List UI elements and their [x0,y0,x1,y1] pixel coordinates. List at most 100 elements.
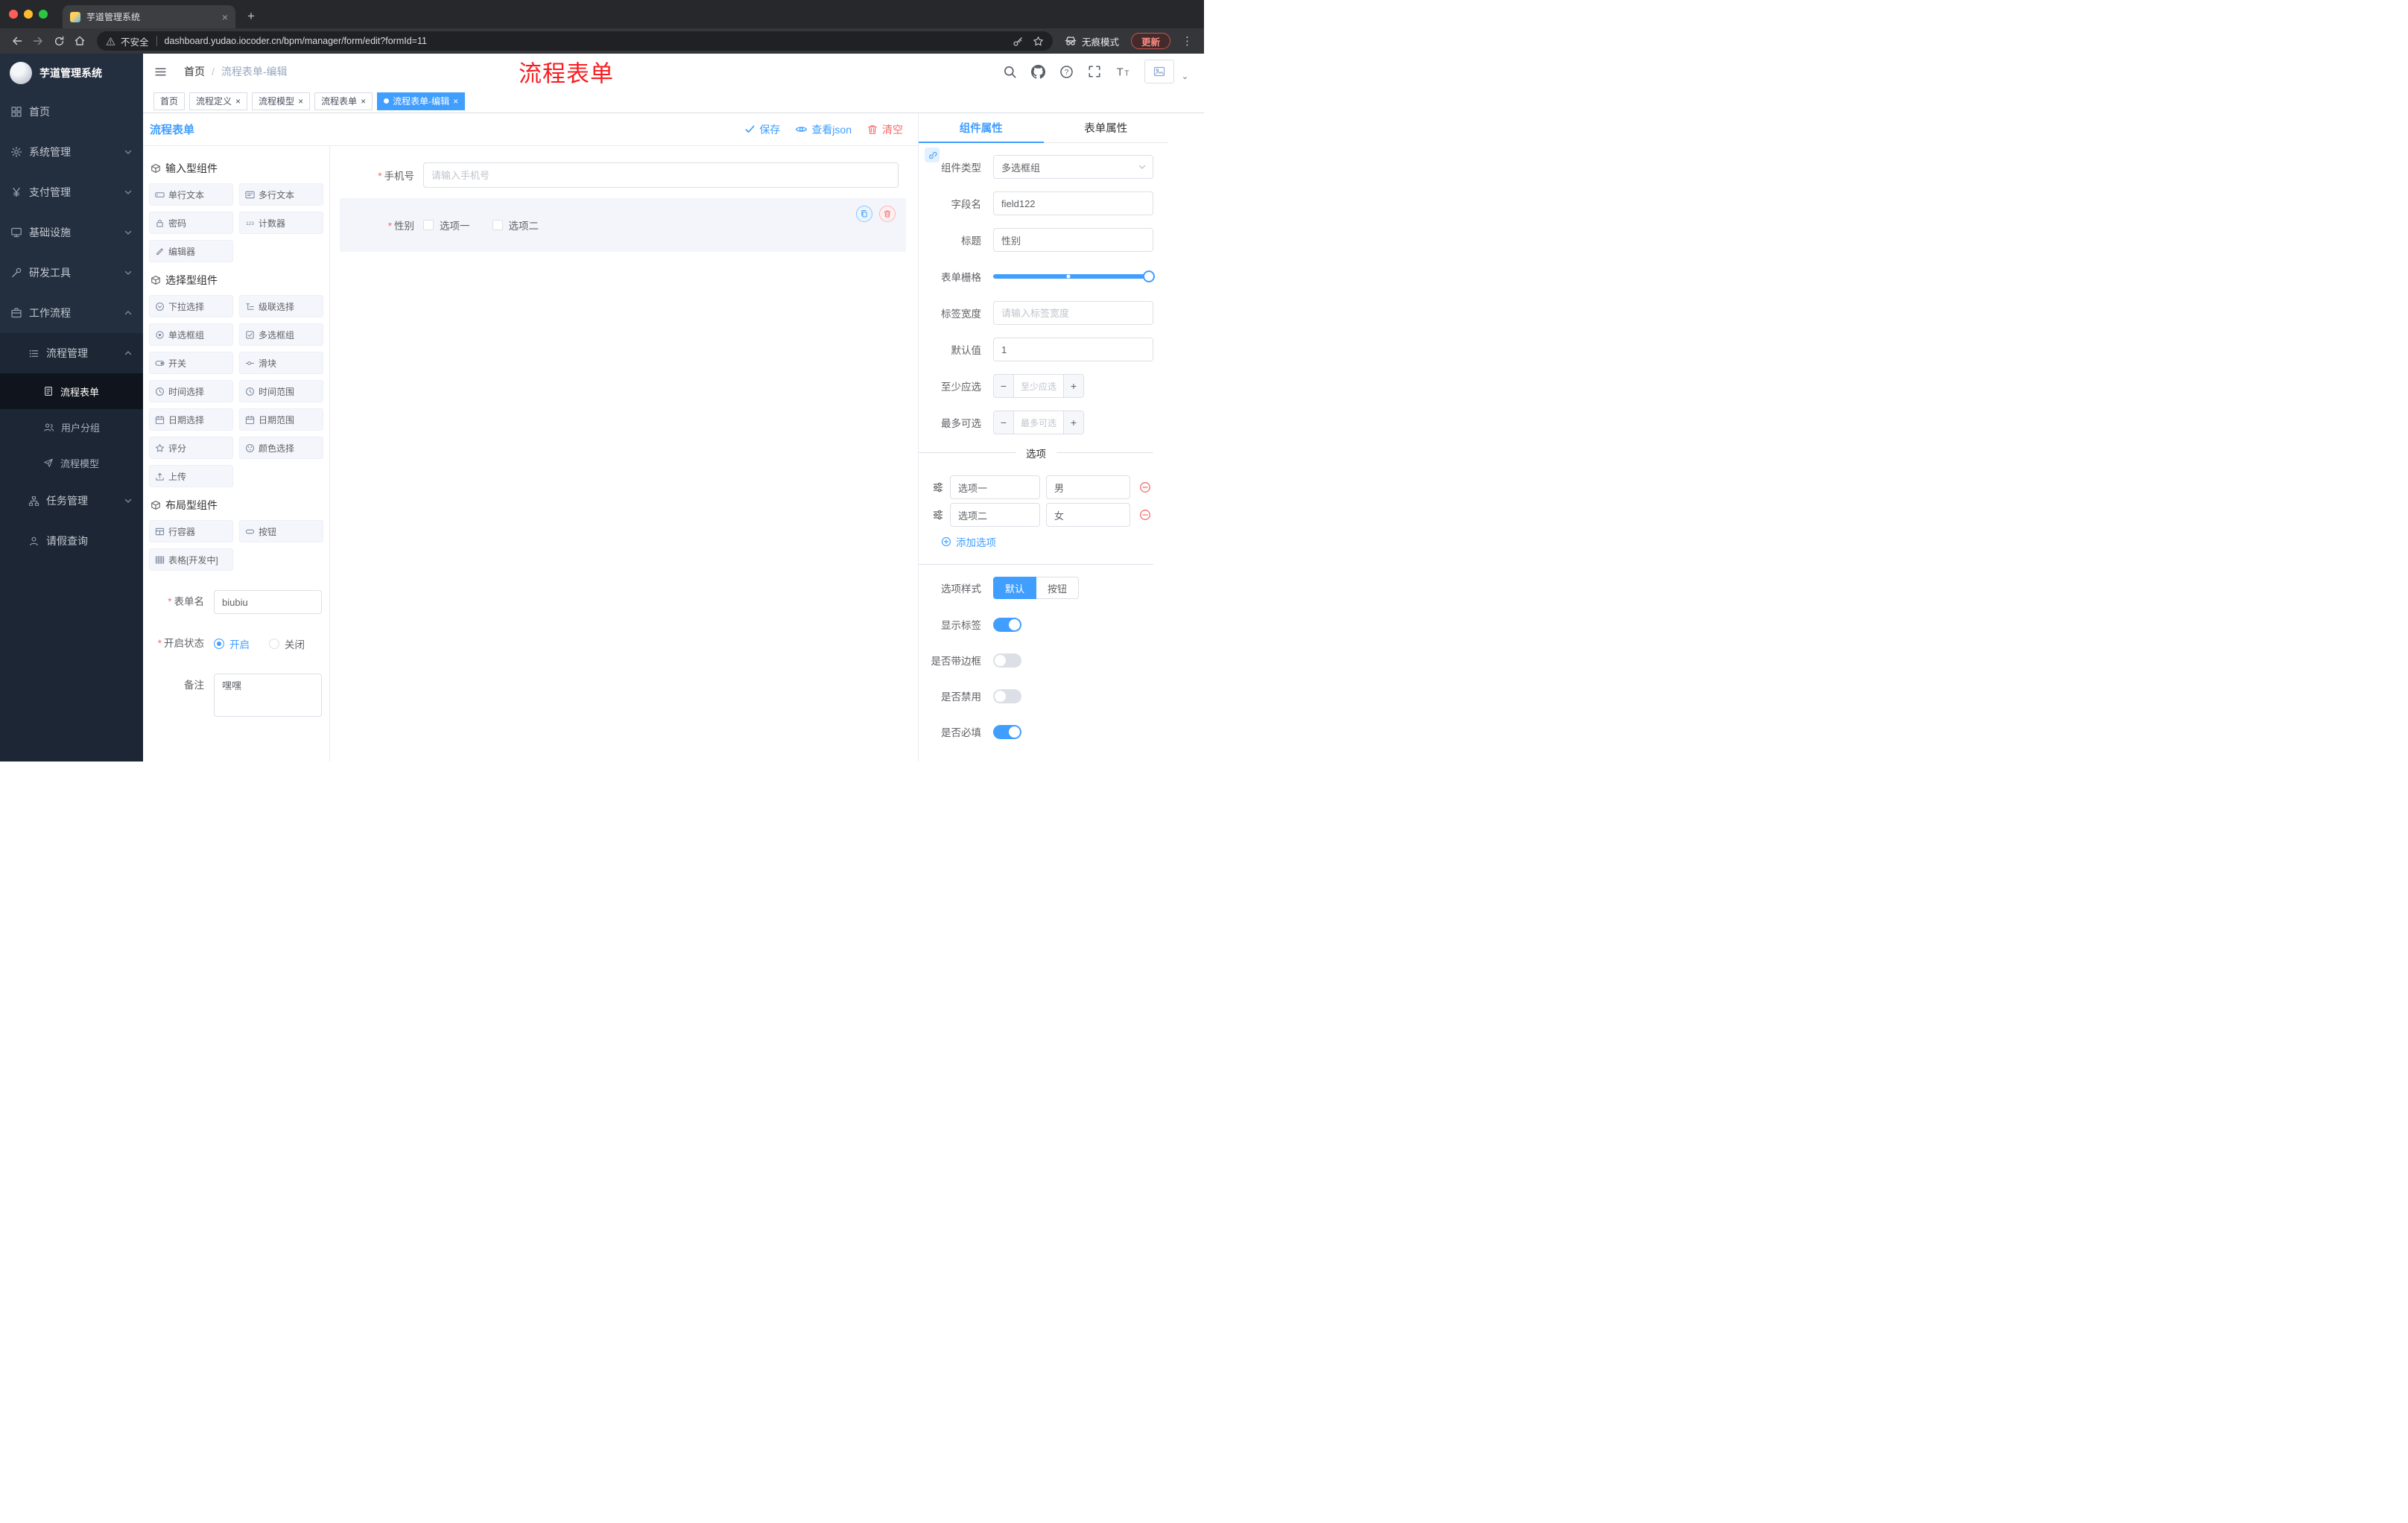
breadcrumb-home[interactable]: 首页 [184,64,205,79]
tag-home[interactable]: 首页 [153,92,186,110]
style-button-button[interactable]: 按钮 [1036,577,1080,599]
form-remark-textarea[interactable]: 嘿嘿 [214,674,322,717]
status-open-radio[interactable]: 开启 [214,636,250,651]
sidebar-item-home[interactable]: 首页 [0,92,143,132]
palette-item-slider[interactable]: 滑块 [239,352,323,374]
tag-process-definition[interactable]: 流程定义 [189,92,248,110]
form-name-input[interactable] [214,590,322,614]
save-button[interactable]: 保存 [744,122,780,137]
palette-item-row-container[interactable]: 行容器 [149,520,233,542]
browser-tab[interactable]: 芋道管理系统 [63,5,235,28]
title-input[interactable] [993,228,1153,252]
maximize-window-button[interactable] [39,10,48,19]
form-grid-slider[interactable] [993,265,1155,288]
external-link-button[interactable] [925,148,940,162]
palette-item-date-picker[interactable]: 日期选择 [149,408,233,431]
browser-menu-icon[interactable] [1178,34,1197,48]
sidebar-item-devtools[interactable]: 研发工具 [0,253,143,293]
max-count-value[interactable]: 最多可选 [1014,411,1063,434]
palette-item-date-range[interactable]: 日期范围 [239,408,323,431]
update-button[interactable]: 更新 [1130,33,1170,49]
sidebar-item-infra[interactable]: 基础设施 [0,212,143,253]
default-value-input[interactable] [993,338,1153,361]
font-size-icon[interactable] [1115,64,1130,79]
copy-component-button[interactable] [856,206,872,222]
clear-button[interactable]: 清空 [866,122,903,137]
drag-handle-icon[interactable] [932,481,944,493]
close-tag-icon[interactable] [235,97,241,106]
tab-component-props[interactable]: 组件属性 [919,113,1044,143]
status-closed-radio[interactable]: 关闭 [269,636,305,651]
slider-track[interactable] [993,274,1153,279]
hamburger-icon[interactable] [143,54,178,89]
tag-process-form[interactable]: 流程表单 [314,92,373,110]
github-icon[interactable] [1031,65,1045,79]
remove-option-button[interactable] [1139,509,1151,521]
avatar-caret-icon[interactable] [1181,75,1189,83]
sidebar-item-process-management[interactable]: 流程管理 [0,333,143,373]
canvas-field-gender-selected[interactable]: 性别 选项一 选项二 [340,198,906,252]
option-2-value-input[interactable] [1046,503,1130,527]
palette-item-cascader[interactable]: 级联选择 [239,295,323,317]
phone-input[interactable] [423,162,899,188]
tag-process-form-edit[interactable]: 流程表单-编辑 [377,92,466,110]
tab-form-props[interactable]: 表单属性 [1044,113,1169,142]
style-default-button[interactable]: 默认 [993,577,1037,599]
decrease-icon[interactable] [994,411,1014,434]
sidebar-item-leave-query[interactable]: 请假查询 [0,521,143,561]
help-icon[interactable] [1059,65,1074,79]
home-icon[interactable] [70,31,89,51]
decrease-icon[interactable] [994,375,1014,397]
palette-item-select[interactable]: 下拉选择 [149,295,233,317]
palette-item-editor[interactable]: 编辑器 [149,240,233,262]
sidebar-item-user-group[interactable]: 用户分组 [0,409,143,445]
delete-component-button[interactable] [879,206,896,222]
palette-item-radio-group[interactable]: 单选框组 [149,323,233,346]
palette-item-switch[interactable]: 开关 [149,352,233,374]
password-key-icon[interactable] [1013,36,1024,47]
bookmark-star-icon[interactable] [1033,36,1044,47]
add-option-button[interactable]: 添加选项 [941,534,1153,549]
sidebar-item-process-model[interactable]: 流程模型 [0,445,143,481]
sidebar-item-process-form[interactable]: 流程表单 [0,373,143,409]
palette-item-single-line-text[interactable]: 单行文本 [149,183,233,206]
sidebar-item-task-management[interactable]: 任务管理 [0,481,143,521]
fullscreen-icon[interactable] [1088,65,1101,78]
palette-item-rate[interactable]: 评分 [149,437,233,459]
avatar[interactable] [1144,60,1174,83]
close-tag-icon[interactable] [453,97,458,106]
tab-close-icon[interactable] [222,11,228,23]
increase-icon[interactable] [1063,375,1083,397]
forward-icon[interactable] [28,31,48,51]
palette-item-time-range[interactable]: 时间范围 [239,380,323,402]
palette-item-counter[interactable]: 计数器 [239,212,323,234]
sidebar-item-system[interactable]: 系统管理 [0,132,143,172]
palette-item-table[interactable]: 表格[开发中] [149,548,233,571]
label-width-input[interactable] [993,301,1153,325]
slider-handle[interactable] [1143,270,1155,282]
disabled-toggle[interactable] [993,688,1021,703]
gender-option-2-checkbox[interactable]: 选项二 [492,218,539,232]
canvas-field-phone[interactable]: 手机号 [340,162,906,188]
reload-icon[interactable] [49,31,69,51]
drag-handle-icon[interactable] [932,509,944,521]
component-type-select[interactable]: 多选框组 [993,155,1153,179]
palette-item-time-picker[interactable]: 时间选择 [149,380,233,402]
search-icon[interactable] [1003,65,1017,79]
show-label-toggle[interactable] [993,617,1021,632]
remove-option-button[interactable] [1139,481,1151,493]
required-toggle[interactable] [993,724,1021,739]
palette-item-color-picker[interactable]: 颜色选择 [239,437,323,459]
close-window-button[interactable] [9,10,18,19]
min-count-value[interactable]: 至少应选 [1014,375,1063,397]
new-tab-button[interactable] [241,7,261,26]
palette-item-upload[interactable]: 上传 [149,465,233,487]
tag-process-model[interactable]: 流程模型 [252,92,311,110]
sidebar-item-payment[interactable]: 支付管理 [0,172,143,212]
option-1-label-input[interactable] [950,475,1040,499]
option-2-label-input[interactable] [950,503,1040,527]
address-bar[interactable]: 不安全 dashboard.yudao.iocoder.cn/bpm/manag… [97,31,1053,51]
sidebar-item-workflow[interactable]: 工作流程 [0,293,143,333]
palette-item-password[interactable]: 密码 [149,212,233,234]
palette-item-button[interactable]: 按钮 [239,520,323,542]
